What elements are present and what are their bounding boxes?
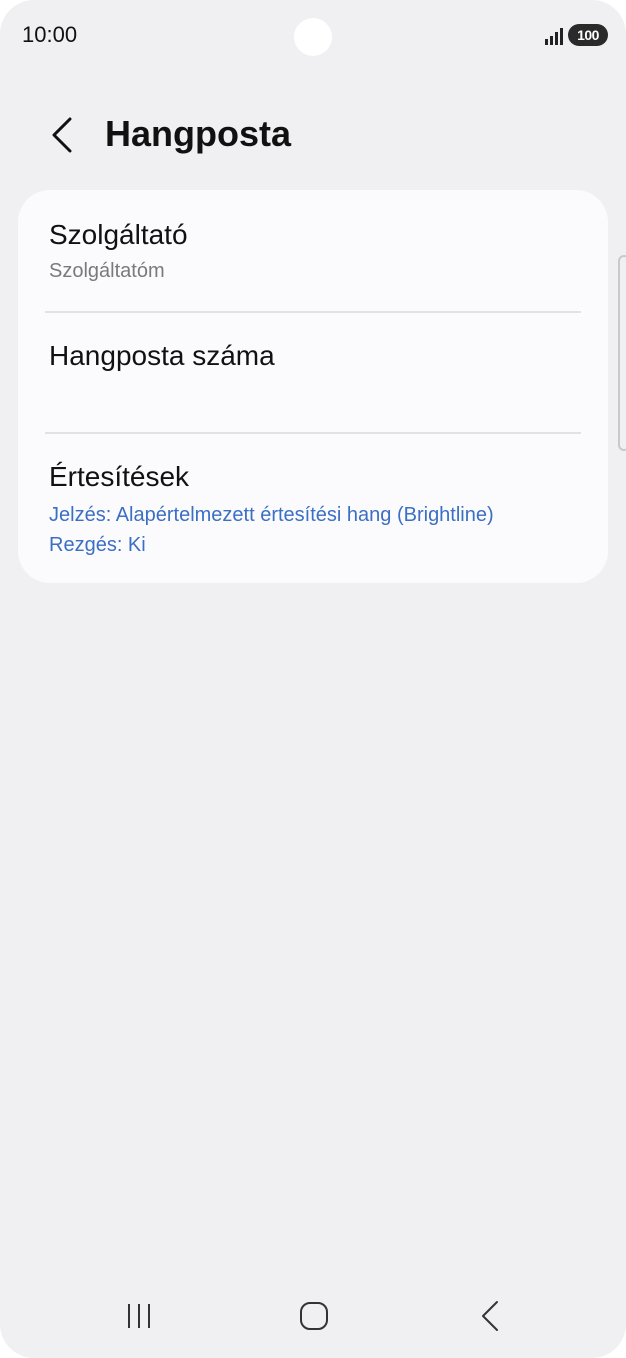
navigation-bar [0,1284,626,1354]
back-icon [482,1301,498,1331]
scroll-indicator[interactable] [618,255,626,451]
back-nav-button[interactable] [460,1296,520,1336]
setting-provider[interactable]: Szolgáltató Szolgáltatóm [18,190,608,311]
signal-icon [545,28,563,45]
chevron-left-icon [52,117,72,153]
home-icon [300,1302,328,1330]
battery-level: 100 [577,27,599,43]
setting-provider-title: Szolgáltató [49,219,188,250]
page-title: Hangposta [105,113,292,154]
battery-icon: 100 [568,24,608,46]
app-header: Hangposta [0,100,626,170]
recent-apps-icon [128,1304,150,1328]
camera-cutout [294,18,332,56]
setting-provider-value: Szolgáltatóm [49,260,165,282]
setting-notifications[interactable]: Értesítések Jelzés: Alapértelmezett érte… [18,434,608,583]
back-button[interactable] [40,110,84,160]
setting-notifications-tone: Jelzés: Alapértelmezett értesítési hang … [49,504,494,526]
home-button[interactable] [284,1296,344,1336]
setting-voicemail-number-title: Hangposta száma [49,340,275,371]
phone-screen: 10:00 100 Hangposta Szolgáltató Szolgált… [0,0,626,1358]
setting-notifications-vibration: Rezgés: Ki [49,534,146,556]
status-time: 10:00 [22,22,78,47]
setting-notifications-title: Értesítések [49,461,190,492]
settings-card: Szolgáltató Szolgáltatóm Hangposta száma… [18,190,608,583]
setting-voicemail-number[interactable]: Hangposta száma [18,313,608,432]
status-bar: 10:00 100 [0,0,626,76]
recent-apps-button[interactable] [109,1296,169,1336]
